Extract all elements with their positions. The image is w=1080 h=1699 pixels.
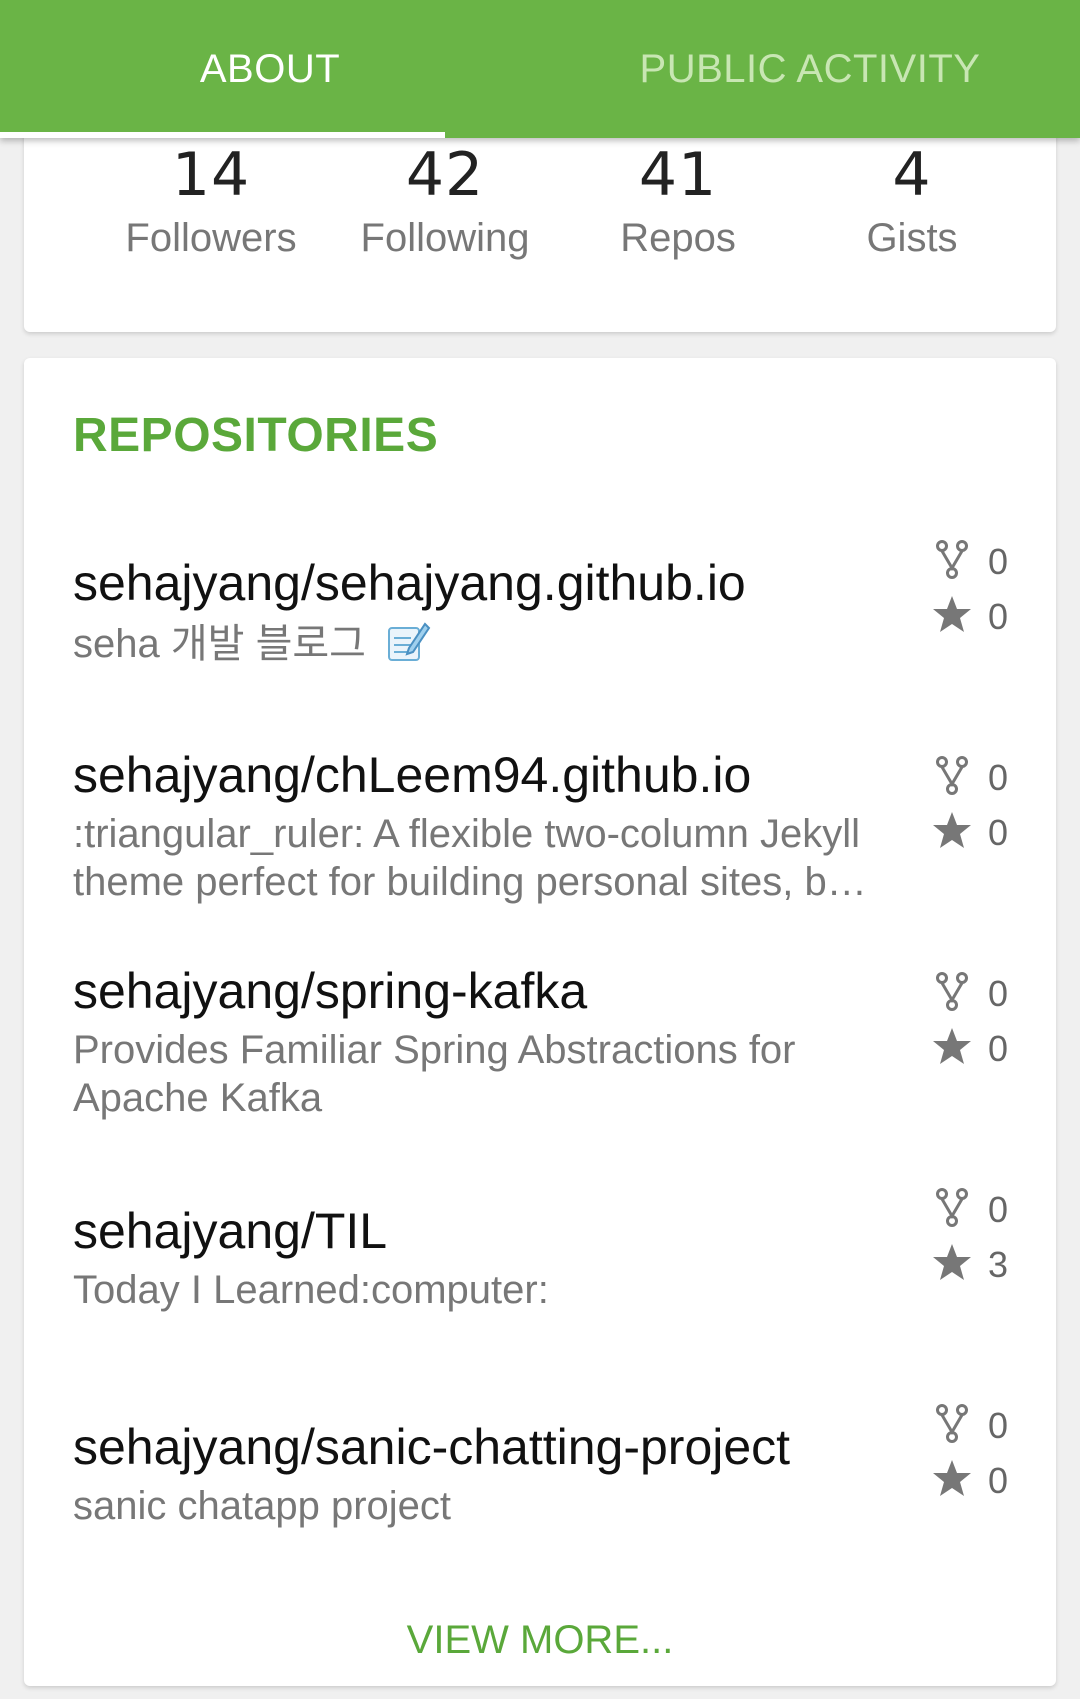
stat-label: Gists [866,216,958,260]
tab-public-activity[interactable]: PUBLIC ACTIVITY [540,0,1080,138]
star-count: 0 [932,1021,1032,1076]
repositories-title: REPOSITORIES [73,409,439,462]
repo-counts: 0 3 [932,1182,1032,1292]
star-count-value: 3 [988,1243,1009,1285]
tab-bar: ABOUT PUBLIC ACTIVITY [0,0,1080,138]
fork-count: 0 [932,1398,1032,1453]
fork-count-value: 0 [988,540,1009,582]
stat-gists[interactable]: 4 Gists [782,140,1042,261]
star-count-value: 0 [988,595,1009,637]
star-count: 3 [932,1237,1032,1292]
fork-count: 0 [932,1182,1032,1237]
star-icon [932,1026,972,1071]
tab-indicator [0,132,445,138]
view-more-button[interactable]: VIEW MORE... [24,1618,1056,1663]
stat-label: Followers [125,216,297,260]
star-icon [932,594,972,639]
fork-count-value: 0 [988,1404,1009,1446]
memo-icon [385,618,431,675]
fork-icon [932,539,972,584]
fork-count-value: 0 [988,972,1009,1014]
fork-count-value: 0 [988,1188,1009,1230]
star-count-value: 0 [988,1027,1009,1069]
star-count: 0 [932,589,1032,644]
repo-name: sehajyang/sanic-chatting-project [73,1419,791,1475]
repo-counts: 0 0 [932,750,1032,860]
repo-description: Provides Familiar Spring Abstractions fo… [73,1028,796,1120]
fork-count-value: 0 [988,756,1009,798]
repo-name: sehajyang/sehajyang.github.io [73,555,746,611]
repo-counts: 0 0 [932,966,1032,1076]
repo-description: :triangular_ruler: A flexible two-column… [73,812,867,904]
stat-label: Repos [620,216,736,260]
stat-following[interactable]: 42 Following [315,140,575,261]
fork-icon [932,971,972,1016]
repo-description: seha 개발 블로그 [73,618,923,675]
repo-name: sehajyang/spring-kafka [73,963,588,1019]
stat-label: Following [360,216,530,260]
repo-description: Today I Learned:computer: [73,1268,549,1312]
fork-icon [932,1403,972,1448]
star-count-value: 0 [988,1459,1009,1501]
repo-description-text: seha 개발 블로그 [73,622,366,667]
stat-value: 42 [405,140,485,210]
fork-count: 0 [932,750,1032,805]
stat-value: 4 [892,140,932,210]
star-icon [932,1458,972,1503]
star-icon [932,810,972,855]
tab-about[interactable]: ABOUT [0,0,540,138]
fork-count: 0 [932,966,1032,1021]
repo-counts: 0 0 [932,1398,1032,1508]
star-count: 0 [932,1453,1032,1508]
stat-value: 14 [171,140,251,210]
repo-name: sehajyang/chLeem94.github.io [73,747,752,803]
fork-icon [932,1187,972,1232]
star-icon [932,1242,972,1287]
star-count-value: 0 [988,811,1009,853]
repo-description: sanic chatapp project [73,1484,452,1528]
fork-count: 0 [932,534,1032,589]
repositories-card: REPOSITORIES sehajyang/sehajyang.github.… [24,358,1056,1686]
repo-name: sehajyang/TIL [73,1203,388,1259]
repo-counts: 0 0 [932,534,1032,644]
star-count: 0 [932,805,1032,860]
fork-icon [932,755,972,800]
stat-followers[interactable]: 14 Followers [81,140,341,261]
stat-repos[interactable]: 41 Repos [548,140,808,261]
stat-value: 41 [638,140,718,210]
